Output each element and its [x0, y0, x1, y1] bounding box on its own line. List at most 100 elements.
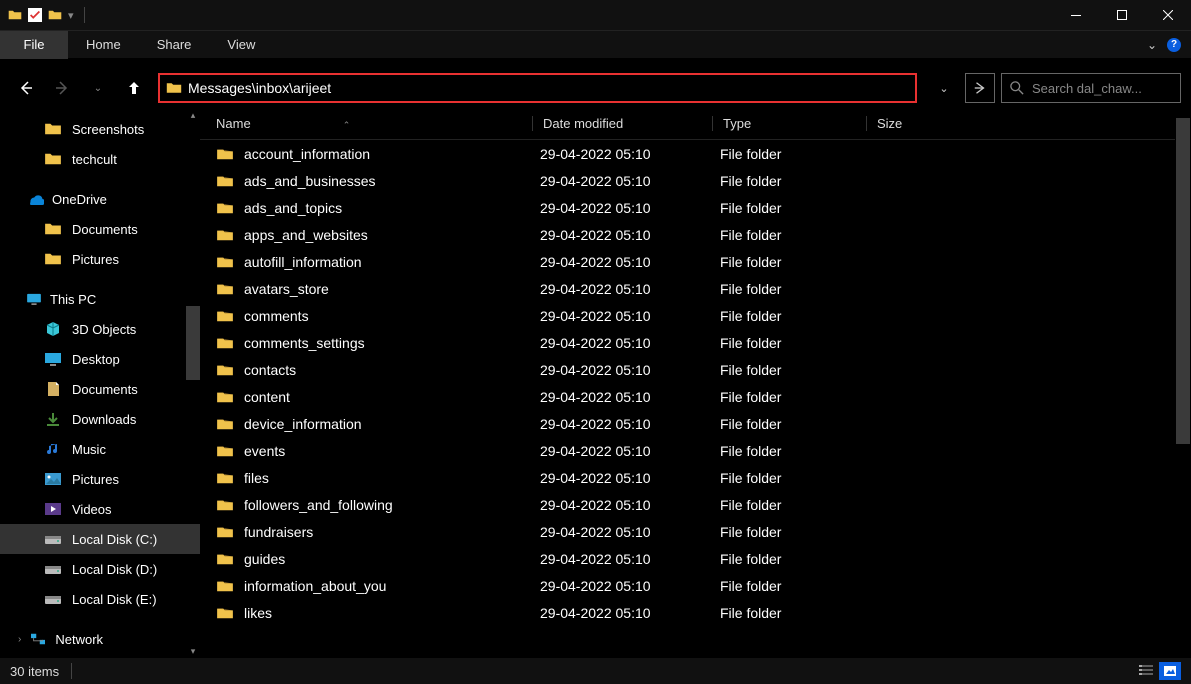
file-type: File folder: [720, 308, 874, 324]
sidebar-item-label: Pictures: [72, 472, 119, 487]
scrollbar-thumb[interactable]: [186, 306, 200, 380]
folder-icon: [216, 201, 234, 215]
file-type: File folder: [720, 524, 874, 540]
navigation-bar: ⌄ ⌄ Search dal_chaw...: [0, 68, 1191, 108]
file-type: File folder: [720, 497, 874, 513]
go-button[interactable]: [965, 73, 995, 103]
tab-home[interactable]: Home: [68, 31, 139, 59]
sidebar-item-downloads[interactable]: Downloads: [0, 404, 200, 434]
search-box[interactable]: Search dal_chaw...: [1001, 73, 1181, 103]
sidebar-item-label: Downloads: [72, 412, 136, 427]
close-button[interactable]: [1145, 0, 1191, 30]
column-name[interactable]: Name⌃: [212, 116, 532, 131]
tab-view[interactable]: View: [209, 31, 273, 59]
file-tab[interactable]: File: [0, 31, 68, 59]
sidebar-item-screenshots[interactable]: Screenshots: [0, 114, 200, 144]
disk-icon: [44, 561, 62, 577]
file-date: 29-04-2022 05:10: [540, 200, 720, 216]
folder-icon: [216, 498, 234, 512]
navigation-pane[interactable]: Screenshots techcult OneDrive Documents …: [0, 108, 200, 658]
column-size[interactable]: Size: [866, 116, 966, 131]
tab-share[interactable]: Share: [139, 31, 210, 59]
sidebar-item-desktop[interactable]: Desktop: [0, 344, 200, 374]
file-row[interactable]: apps_and_websites29-04-2022 05:10File fo…: [200, 221, 1191, 248]
recent-dropdown-icon[interactable]: ⌄: [86, 76, 110, 100]
folder-icon: [216, 390, 234, 404]
file-row[interactable]: guides29-04-2022 05:10File folder: [200, 545, 1191, 572]
folder-icon: [216, 309, 234, 323]
sidebar-item-label: Local Disk (E:): [72, 592, 157, 607]
file-row[interactable]: account_information29-04-2022 05:10File …: [200, 140, 1191, 167]
sidebar-item-onedrive-pictures[interactable]: Pictures: [0, 244, 200, 274]
sidebar-onedrive[interactable]: OneDrive: [0, 184, 200, 214]
forward-button[interactable]: [50, 76, 74, 100]
file-name: guides: [244, 551, 540, 567]
file-name: ads_and_businesses: [244, 173, 540, 189]
column-date-modified[interactable]: Date modified: [532, 116, 712, 131]
file-type: File folder: [720, 335, 874, 351]
sidebar-item-documents[interactable]: Documents: [0, 374, 200, 404]
file-name: comments: [244, 308, 540, 324]
sidebar-item-pictures[interactable]: Pictures: [0, 464, 200, 494]
file-row[interactable]: comments29-04-2022 05:10File folder: [200, 302, 1191, 329]
file-row[interactable]: content29-04-2022 05:10File folder: [200, 383, 1191, 410]
details-view-button[interactable]: [1135, 662, 1157, 680]
file-row[interactable]: comments_settings29-04-2022 05:10File fo…: [200, 329, 1191, 356]
sidebar-item-3d-objects[interactable]: 3D Objects: [0, 314, 200, 344]
file-row[interactable]: likes29-04-2022 05:10File folder: [200, 599, 1191, 626]
file-row[interactable]: autofill_information29-04-2022 05:10File…: [200, 248, 1191, 275]
sidebar-this-pc[interactable]: This PC: [0, 284, 200, 314]
sidebar-item-local-disk-c-[interactable]: Local Disk (C:): [0, 524, 200, 554]
file-row[interactable]: events29-04-2022 05:10File folder: [200, 437, 1191, 464]
file-row[interactable]: ads_and_topics29-04-2022 05:10File folde…: [200, 194, 1191, 221]
sidebar-item-label: Pictures: [72, 252, 119, 267]
sidebar-item-videos[interactable]: Videos: [0, 494, 200, 524]
sidebar-item-label: OneDrive: [52, 192, 107, 207]
back-button[interactable]: [14, 76, 38, 100]
file-date: 29-04-2022 05:10: [540, 227, 720, 243]
file-name: autofill_information: [244, 254, 540, 270]
file-row[interactable]: ads_and_businesses29-04-2022 05:10File f…: [200, 167, 1191, 194]
sidebar-item-music[interactable]: Music: [0, 434, 200, 464]
file-row[interactable]: information_about_you29-04-2022 05:10Fil…: [200, 572, 1191, 599]
thumbnails-view-button[interactable]: [1159, 662, 1181, 680]
scroll-down-icon[interactable]: ▾: [186, 644, 200, 658]
folder-icon: [216, 255, 234, 269]
scrollbar-thumb[interactable]: [1176, 118, 1190, 444]
file-type: File folder: [720, 200, 874, 216]
file-scrollbar[interactable]: [1175, 108, 1191, 658]
sidebar-scrollbar[interactable]: ▴ ▾: [186, 108, 200, 658]
file-row[interactable]: files29-04-2022 05:10File folder: [200, 464, 1191, 491]
sidebar-item-onedrive-documents[interactable]: Documents: [0, 214, 200, 244]
file-date: 29-04-2022 05:10: [540, 362, 720, 378]
sidebar-item-label: Documents: [72, 222, 138, 237]
address-bar[interactable]: [158, 73, 917, 103]
folder-icon: [216, 417, 234, 431]
sidebar-item-local-disk-e-[interactable]: Local Disk (E:): [0, 584, 200, 614]
file-type: File folder: [720, 578, 874, 594]
scroll-up-icon[interactable]: ▴: [186, 108, 200, 122]
folder-icon: [216, 363, 234, 377]
sidebar-item-local-disk-d-[interactable]: Local Disk (D:): [0, 554, 200, 584]
sidebar-item-techcult[interactable]: techcult: [0, 144, 200, 174]
address-dropdown-icon[interactable]: ⌄: [929, 73, 959, 103]
minimize-button[interactable]: [1053, 0, 1099, 30]
file-name: information_about_you: [244, 578, 540, 594]
file-name: contacts: [244, 362, 540, 378]
sidebar-network[interactable]: › Network: [0, 624, 200, 654]
file-row[interactable]: avatars_store29-04-2022 05:10File folder: [200, 275, 1191, 302]
column-type[interactable]: Type: [712, 116, 866, 131]
help-icon[interactable]: ?: [1167, 38, 1181, 52]
sidebar-item-label: techcult: [72, 152, 117, 167]
maximize-button[interactable]: [1099, 0, 1145, 30]
file-row[interactable]: followers_and_following29-04-2022 05:10F…: [200, 491, 1191, 518]
sidebar-item-label: Local Disk (D:): [72, 562, 157, 577]
up-button[interactable]: [122, 76, 146, 100]
sidebar-item-label: Music: [72, 442, 106, 457]
ribbon-expand-icon[interactable]: ⌄: [1147, 38, 1157, 52]
address-input[interactable]: [188, 80, 909, 96]
file-name: apps_and_websites: [244, 227, 540, 243]
file-row[interactable]: fundraisers29-04-2022 05:10File folder: [200, 518, 1191, 545]
file-row[interactable]: device_information29-04-2022 05:10File f…: [200, 410, 1191, 437]
file-row[interactable]: contacts29-04-2022 05:10File folder: [200, 356, 1191, 383]
